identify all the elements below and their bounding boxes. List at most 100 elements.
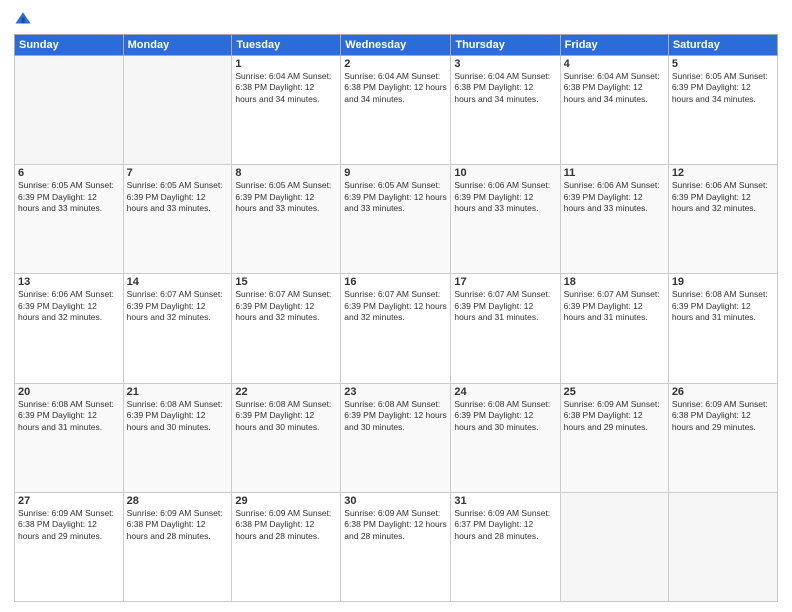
day-number: 15 bbox=[235, 276, 337, 288]
calendar-header-row: SundayMondayTuesdayWednesdayThursdayFrid… bbox=[15, 35, 778, 56]
day-number: 21 bbox=[127, 386, 229, 398]
day-info: Sunrise: 6:04 AM Sunset: 6:38 PM Dayligh… bbox=[344, 71, 447, 105]
day-number: 10 bbox=[454, 167, 556, 179]
day-number: 18 bbox=[564, 276, 665, 288]
day-number: 20 bbox=[18, 386, 120, 398]
day-info: Sunrise: 6:07 AM Sunset: 6:39 PM Dayligh… bbox=[235, 289, 337, 323]
weekday-header-tuesday: Tuesday bbox=[232, 35, 341, 56]
calendar-cell: 10Sunrise: 6:06 AM Sunset: 6:39 PM Dayli… bbox=[451, 165, 560, 274]
calendar-cell: 13Sunrise: 6:06 AM Sunset: 6:39 PM Dayli… bbox=[15, 274, 124, 383]
calendar-cell: 23Sunrise: 6:08 AM Sunset: 6:39 PM Dayli… bbox=[341, 383, 451, 492]
day-number: 4 bbox=[564, 58, 665, 70]
calendar-cell: 20Sunrise: 6:08 AM Sunset: 6:39 PM Dayli… bbox=[15, 383, 124, 492]
calendar-week-row: 20 Sunrise: 6:08 AM Sunset: 6:39 PM Dayli… bbox=[15, 383, 778, 492]
day-info: Sunrise: 6:07 AM Sunset: 6:39 PM Dayligh… bbox=[127, 289, 229, 323]
calendar-cell: 14Sunrise: 6:07 AM Sunset: 6:39 PM Dayli… bbox=[123, 274, 232, 383]
calendar-cell: 24Sunrise: 6:08 AM Sunset: 6:39 PM Dayli… bbox=[451, 383, 560, 492]
day-info: Sunrise: 6:09 AM Sunset: 6:38 PM Dayligh… bbox=[672, 399, 774, 433]
calendar-cell: 18Sunrise: 6:07 AM Sunset: 6:39 PM Dayli… bbox=[560, 274, 668, 383]
header bbox=[14, 10, 778, 28]
calendar-table: SundayMondayTuesdayWednesdayThursdayFrid… bbox=[14, 34, 778, 602]
calendar-cell: 29Sunrise: 6:09 AM Sunset: 6:38 PM Dayli… bbox=[232, 492, 341, 601]
day-number: 2 bbox=[344, 58, 447, 70]
weekday-header-thursday: Thursday bbox=[451, 35, 560, 56]
day-info: Sunrise: 6:04 AM Sunset: 6:38 PM Dayligh… bbox=[454, 71, 556, 105]
calendar-cell: 21Sunrise: 6:08 AM Sunset: 6:39 PM Dayli… bbox=[123, 383, 232, 492]
day-info: Sunrise: 6:08 AM Sunset: 6:39 PM Dayligh… bbox=[672, 289, 774, 323]
day-number: 11 bbox=[564, 167, 665, 179]
calendar-cell: 2Sunrise: 6:04 AM Sunset: 6:38 PM Daylig… bbox=[341, 56, 451, 165]
day-info: Sunrise: 6:06 AM Sunset: 6:39 PM Dayligh… bbox=[564, 180, 665, 214]
calendar-week-row: 6Sunrise: 6:05 AM Sunset: 6:39 PM Daylig… bbox=[15, 165, 778, 274]
calendar-cell: 3Sunrise: 6:04 AM Sunset: 6:38 PM Daylig… bbox=[451, 56, 560, 165]
calendar-cell: 26Sunrise: 6:09 AM Sunset: 6:38 PM Dayli… bbox=[668, 383, 777, 492]
day-info: Sunrise: 6:08 AM Sunset: 6:39 PM Dayligh… bbox=[127, 399, 229, 433]
day-info: Sunrise: 6:08 AM Sunset: 6:39 PM Dayligh… bbox=[344, 399, 447, 433]
day-info: Sunrise: 6:06 AM Sunset: 6:39 PM Dayligh… bbox=[672, 180, 774, 214]
logo bbox=[14, 10, 34, 28]
day-info: Sunrise: 6:04 AM Sunset: 6:38 PM Dayligh… bbox=[235, 71, 337, 105]
day-number: 3 bbox=[454, 58, 556, 70]
day-info: Sunrise: 6:06 AM Sunset: 6:39 PM Dayligh… bbox=[18, 289, 120, 323]
weekday-header-friday: Friday bbox=[560, 35, 668, 56]
day-number: 17 bbox=[454, 276, 556, 288]
day-number: 31 bbox=[454, 495, 556, 507]
calendar-cell: 12Sunrise: 6:06 AM Sunset: 6:39 PM Dayli… bbox=[668, 165, 777, 274]
day-number: 14 bbox=[127, 276, 229, 288]
day-number: 26 bbox=[672, 386, 774, 398]
day-number: 1 bbox=[235, 58, 337, 70]
day-info: Sunrise: 6:07 AM Sunset: 6:39 PM Dayligh… bbox=[344, 289, 447, 323]
day-info: Sunrise: 6:09 AM Sunset: 6:38 PM Dayligh… bbox=[18, 508, 120, 542]
day-number: 16 bbox=[344, 276, 447, 288]
day-info: Sunrise: 6:09 AM Sunset: 6:38 PM Dayligh… bbox=[235, 508, 337, 542]
calendar-cell: 19Sunrise: 6:08 AM Sunset: 6:39 PM Dayli… bbox=[668, 274, 777, 383]
calendar-cell: 16Sunrise: 6:07 AM Sunset: 6:39 PM Dayli… bbox=[341, 274, 451, 383]
calendar-week-row: 13Sunrise: 6:06 AM Sunset: 6:39 PM Dayli… bbox=[15, 274, 778, 383]
day-info: Sunrise: 6:05 AM Sunset: 6:39 PM Dayligh… bbox=[127, 180, 229, 214]
calendar-cell: 30Sunrise: 6:09 AM Sunset: 6:38 PM Dayli… bbox=[341, 492, 451, 601]
calendar-cell: 31Sunrise: 6:09 AM Sunset: 6:37 PM Dayli… bbox=[451, 492, 560, 601]
day-number: 25 bbox=[564, 386, 665, 398]
day-number: 23 bbox=[344, 386, 447, 398]
day-info: Sunrise: 6:05 AM Sunset: 6:39 PM Dayligh… bbox=[18, 180, 120, 214]
day-info: Sunrise: 6:05 AM Sunset: 6:39 PM Dayligh… bbox=[235, 180, 337, 214]
day-info: Sunrise: 6:05 AM Sunset: 6:39 PM Dayligh… bbox=[344, 180, 447, 214]
day-number: 13 bbox=[18, 276, 120, 288]
day-number: 5 bbox=[672, 58, 774, 70]
day-number: 7 bbox=[127, 167, 229, 179]
day-info: Sunrise: 6:06 AM Sunset: 6:39 PM Dayligh… bbox=[454, 180, 556, 214]
calendar-cell: 4Sunrise: 6:04 AM Sunset: 6:38 PM Daylig… bbox=[560, 56, 668, 165]
calendar-cell bbox=[560, 492, 668, 601]
day-info: Sunrise: 6:07 AM Sunset: 6:39 PM Dayligh… bbox=[454, 289, 556, 323]
weekday-header-saturday: Saturday bbox=[668, 35, 777, 56]
day-number: 19 bbox=[672, 276, 774, 288]
day-number: 30 bbox=[344, 495, 447, 507]
day-info: Sunrise: 6:09 AM Sunset: 6:38 PM Dayligh… bbox=[564, 399, 665, 433]
calendar-cell bbox=[123, 56, 232, 165]
day-info: Sunrise: 6:09 AM Sunset: 6:38 PM Dayligh… bbox=[127, 508, 229, 542]
calendar-cell: 27Sunrise: 6:09 AM Sunset: 6:38 PM Dayli… bbox=[15, 492, 124, 601]
day-number: 22 bbox=[235, 386, 337, 398]
logo-icon bbox=[14, 10, 32, 28]
calendar-cell: 1Sunrise: 6:04 AM Sunset: 6:38 PM Daylig… bbox=[232, 56, 341, 165]
day-info: Sunrise: 6:08 AM Sunset: 6:39 PM Dayligh… bbox=[454, 399, 556, 433]
calendar-week-row: 27Sunrise: 6:09 AM Sunset: 6:38 PM Dayli… bbox=[15, 492, 778, 601]
day-number: 24 bbox=[454, 386, 556, 398]
calendar-cell: 8Sunrise: 6:05 AM Sunset: 6:39 PM Daylig… bbox=[232, 165, 341, 274]
calendar-cell: 25Sunrise: 6:09 AM Sunset: 6:38 PM Dayli… bbox=[560, 383, 668, 492]
page: SundayMondayTuesdayWednesdayThursdayFrid… bbox=[0, 0, 792, 612]
calendar-cell: 7Sunrise: 6:05 AM Sunset: 6:39 PM Daylig… bbox=[123, 165, 232, 274]
calendar-cell: 17Sunrise: 6:07 AM Sunset: 6:39 PM Dayli… bbox=[451, 274, 560, 383]
day-info: Sunrise: 6:07 AM Sunset: 6:39 PM Dayligh… bbox=[564, 289, 665, 323]
calendar-cell bbox=[15, 56, 124, 165]
day-info: Sunrise: 6:09 AM Sunset: 6:38 PM Dayligh… bbox=[344, 508, 447, 542]
weekday-header-wednesday: Wednesday bbox=[341, 35, 451, 56]
day-number: 27 bbox=[18, 495, 120, 507]
day-number: 29 bbox=[235, 495, 337, 507]
calendar-cell: 15Sunrise: 6:07 AM Sunset: 6:39 PM Dayli… bbox=[232, 274, 341, 383]
day-info: Sunrise: 6:05 AM Sunset: 6:39 PM Dayligh… bbox=[672, 71, 774, 105]
day-number: 12 bbox=[672, 167, 774, 179]
calendar-cell bbox=[668, 492, 777, 601]
day-number: 28 bbox=[127, 495, 229, 507]
weekday-header-monday: Monday bbox=[123, 35, 232, 56]
